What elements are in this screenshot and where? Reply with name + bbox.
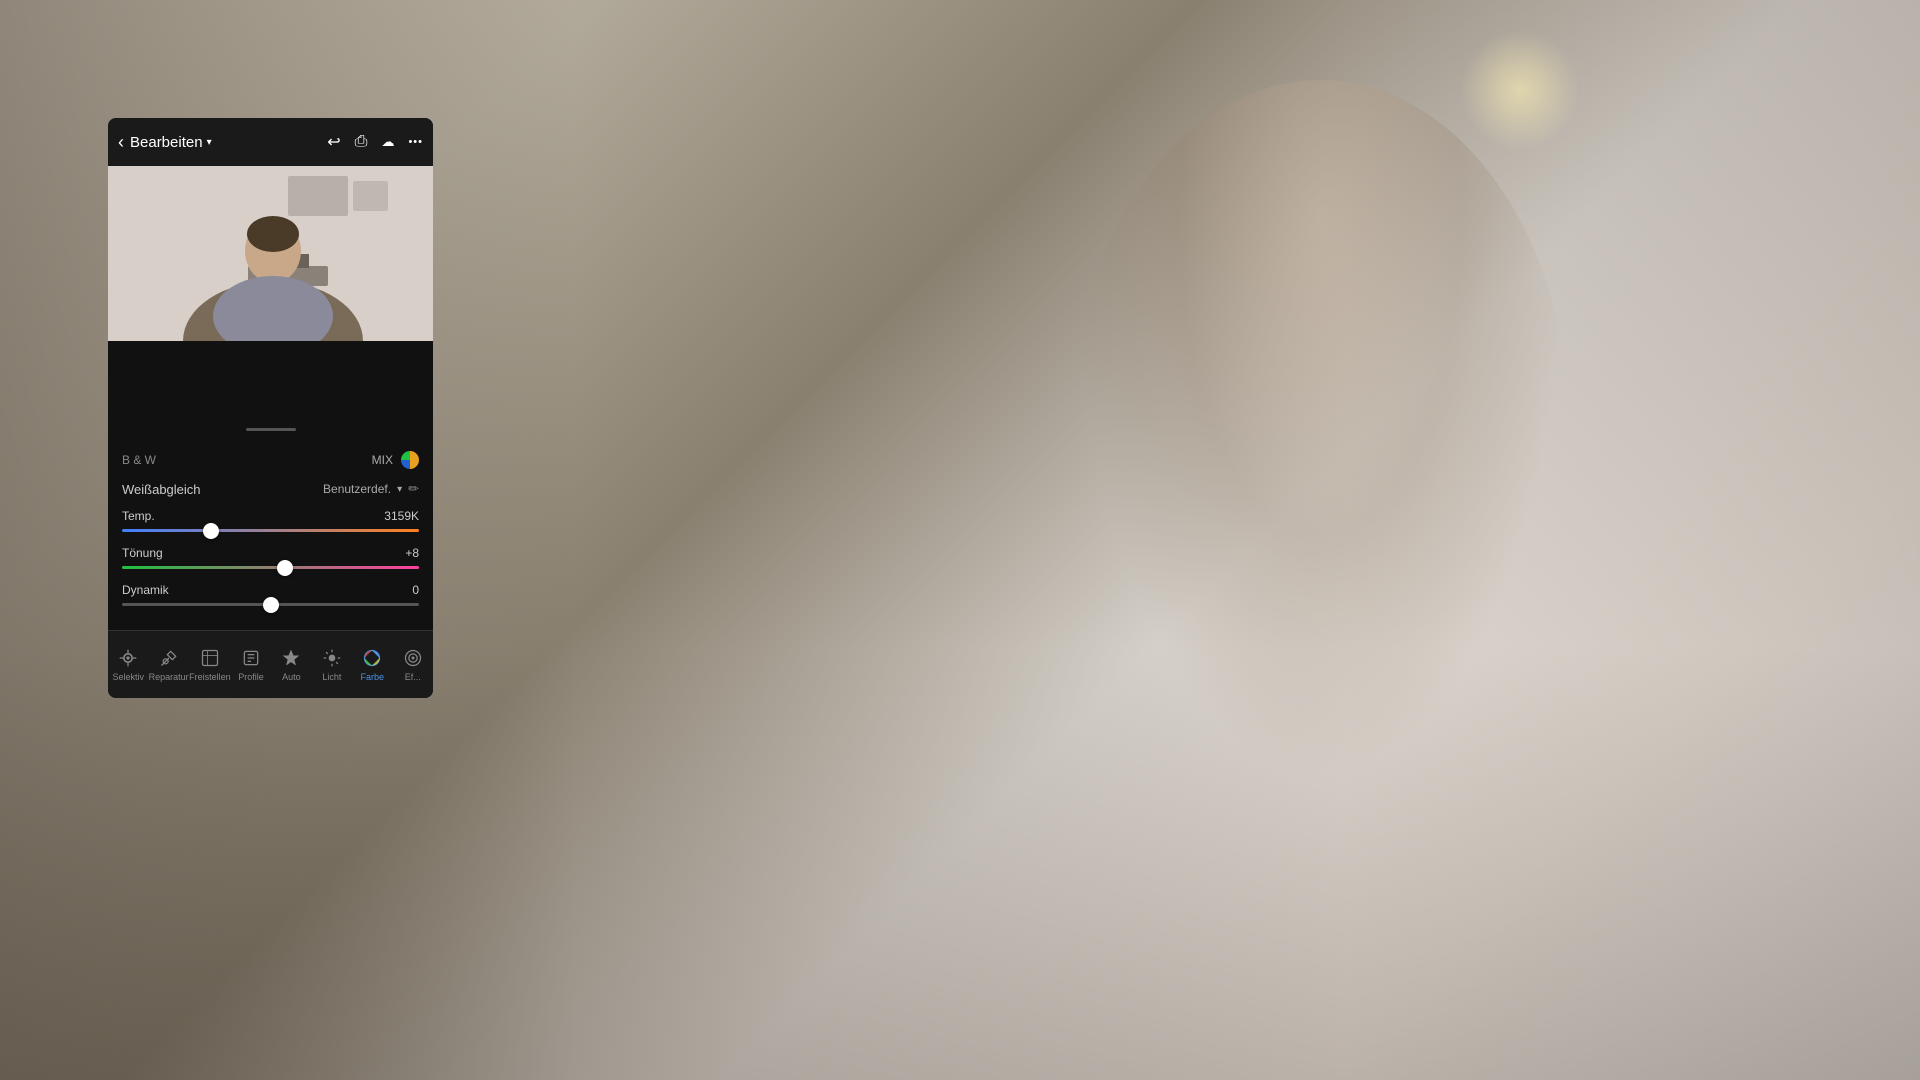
toning-track	[122, 566, 419, 569]
temp-thumb[interactable]	[203, 523, 219, 539]
edit-icon[interactable]: ✏	[408, 481, 419, 497]
photo-content	[108, 166, 433, 341]
toning-slider-row: Tönung +8	[122, 546, 419, 569]
share-icon[interactable]: ⎙	[355, 133, 368, 151]
undo-icon[interactable]: ↩	[327, 132, 340, 152]
effekte-icon	[403, 648, 423, 668]
wb-value: Benutzerdef.	[323, 482, 391, 496]
reparatur-icon	[159, 648, 179, 668]
page-title: Bearbeiten	[130, 134, 203, 151]
cloud-icon[interactable]: ☁	[381, 134, 394, 150]
bw-label: B & W	[122, 453, 156, 467]
top-icons: ↩ ⎙ ☁ •••	[327, 132, 423, 152]
bottom-toolbar: Selektiv Reparatur Freistellen Profile	[108, 630, 433, 698]
selektiv-label: Selektiv	[112, 672, 144, 682]
phone-panel: ‹ Bearbeiten ▾ ↩ ⎙ ☁ •••	[108, 118, 433, 698]
temp-track	[122, 529, 419, 532]
tool-effekte[interactable]: Ef...	[393, 648, 433, 682]
dynamik-track	[122, 603, 419, 606]
bw-mix-row: B & W MIX	[122, 451, 419, 469]
controls-area: B & W MIX Weißabgleich Benutzerdef. ▾ ✏ …	[108, 441, 433, 630]
toning-thumb[interactable]	[277, 560, 293, 576]
person-silhouette	[1070, 80, 1570, 780]
tool-freistellen[interactable]: Freistellen	[189, 648, 231, 682]
more-icon[interactable]: •••	[408, 136, 423, 148]
mix-color-wheel[interactable]	[401, 451, 419, 469]
top-bar: ‹ Bearbeiten ▾ ↩ ⎙ ☁ •••	[108, 118, 433, 166]
dynamik-slider-row: Dynamik 0	[122, 583, 419, 606]
toning-header: Tönung +8	[122, 546, 419, 560]
title-dropdown-icon[interactable]: ▾	[207, 137, 212, 148]
licht-icon	[322, 648, 342, 668]
tool-reparatur[interactable]: Reparatur	[149, 648, 189, 682]
photo-preview	[108, 166, 433, 341]
auto-label: Auto	[282, 672, 301, 682]
temp-label: Temp.	[122, 509, 155, 523]
lamp-glow	[1460, 30, 1580, 150]
mix-area: MIX	[372, 451, 419, 469]
farbe-label: Farbe	[361, 672, 385, 682]
selektiv-icon	[118, 648, 138, 668]
toning-label: Tönung	[122, 546, 163, 560]
wb-dropdown-icon[interactable]: ▾	[397, 484, 402, 495]
tool-auto[interactable]: Auto	[271, 648, 311, 682]
dynamik-label: Dynamik	[122, 583, 169, 597]
dynamik-thumb[interactable]	[263, 597, 279, 613]
licht-label: Licht	[322, 672, 341, 682]
mix-label: MIX	[372, 453, 393, 467]
dark-middle	[108, 341, 433, 441]
temp-header: Temp. 3159K	[122, 509, 419, 523]
title-area: Bearbeiten ▾	[130, 134, 327, 151]
temp-value: 3159K	[384, 509, 419, 523]
reparatur-label: Reparatur	[149, 672, 189, 682]
wb-row: Weißabgleich Benutzerdef. ▾ ✏	[122, 481, 419, 497]
profile-label: Profile	[238, 672, 264, 682]
dynamik-header: Dynamik 0	[122, 583, 419, 597]
freistellen-icon	[200, 648, 220, 668]
tool-profile[interactable]: Profile	[231, 648, 271, 682]
auto-icon	[281, 648, 301, 668]
drag-handle[interactable]	[246, 428, 296, 431]
farbe-icon	[362, 648, 382, 668]
wb-right: Benutzerdef. ▾ ✏	[323, 481, 419, 497]
effekte-label: Ef...	[405, 672, 421, 682]
tool-farbe[interactable]: Farbe	[352, 648, 392, 682]
temp-slider-row: Temp. 3159K	[122, 509, 419, 532]
profile-icon	[241, 648, 261, 668]
toning-value: +8	[405, 546, 419, 560]
wb-label: Weißabgleich	[122, 482, 201, 497]
back-button[interactable]: ‹	[118, 132, 124, 153]
freistellen-label: Freistellen	[189, 672, 231, 682]
tool-licht[interactable]: Licht	[312, 648, 352, 682]
dynamik-value: 0	[412, 583, 419, 597]
tool-selektiv[interactable]: Selektiv	[108, 648, 148, 682]
photo-svg	[108, 166, 433, 341]
